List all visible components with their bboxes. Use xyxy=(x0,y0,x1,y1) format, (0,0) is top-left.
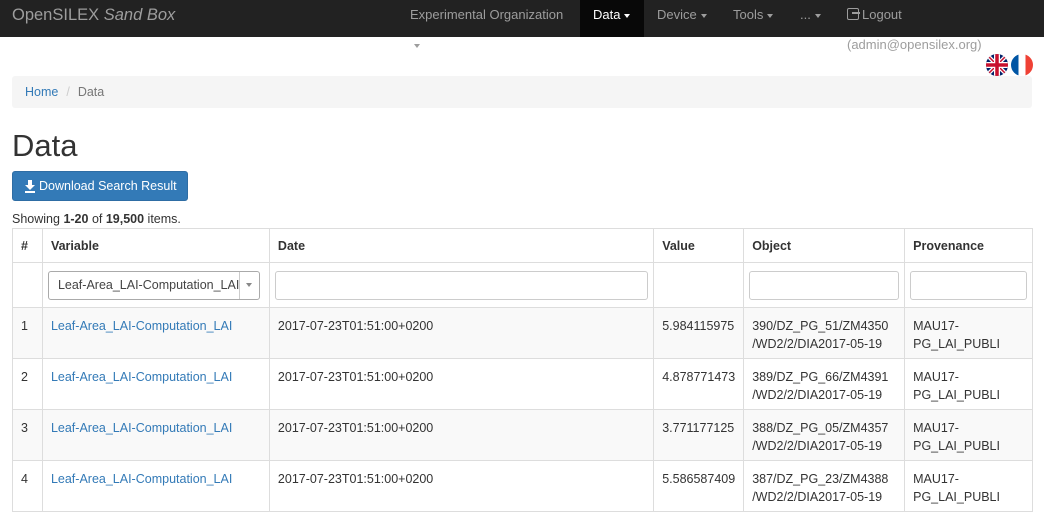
header-object[interactable]: Object xyxy=(743,228,906,263)
nav-experimental-organization[interactable]: Experimental Organization xyxy=(398,0,568,48)
nav-label: Experimental Organization xyxy=(410,7,564,22)
download-button-label: Download Search Result xyxy=(39,179,177,193)
filter-cell-date xyxy=(268,262,655,308)
filter-cell-value xyxy=(653,262,745,308)
header-value[interactable]: Value xyxy=(653,228,745,263)
caret-down-icon xyxy=(414,43,420,48)
nav-label: Device xyxy=(657,7,697,22)
header-provenance[interactable]: Provenance xyxy=(904,228,1033,263)
filter-cell-object xyxy=(743,262,906,308)
object-cell: 390/DZ_PG_51/ZM4350/WD2/2/DIA2017-05-19 xyxy=(743,307,906,359)
nav-more[interactable]: ... xyxy=(800,0,826,37)
uk-flag-icon[interactable] xyxy=(986,54,1008,76)
nav-label: Tools xyxy=(733,7,764,22)
page-title: Data xyxy=(12,128,78,163)
object-cell: 388/DZ_PG_05/ZM4357/WD2/2/DIA2017-05-19 xyxy=(743,409,906,461)
nav-label: Data xyxy=(593,7,621,22)
caret-down-icon xyxy=(624,13,631,18)
header-number[interactable]: # xyxy=(12,228,43,263)
variable-link[interactable]: Leaf-Area_LAI-Computation_LAI xyxy=(51,370,232,384)
table-row: 4 Leaf-Area_LAI-Computation_LAI 2017-07-… xyxy=(12,460,1033,512)
top-navbar: OpenSILEX Sand Box Experimental Organiza… xyxy=(0,0,1044,52)
object-cell: 389/DZ_PG_66/ZM4391/WD2/2/DIA2017-05-19 xyxy=(743,358,906,410)
row-number: 2 xyxy=(12,358,43,410)
date-cell: 2017-07-23T01:51:00+0200 xyxy=(268,460,655,512)
logout-label: Logout (admin@opensilex.org) xyxy=(847,7,982,52)
results-summary: Showing 1-20 of 19,500 items. xyxy=(12,212,181,226)
brand-logo[interactable]: OpenSILEX Sand Box xyxy=(12,6,175,25)
provenance-cell: MAU17- PG_LAI_PUBLI xyxy=(904,358,1033,410)
object-cell: 387/DZ_PG_23/ZM4388/WD2/2/DIA2017-05-19 xyxy=(743,460,906,512)
caret-down-icon xyxy=(767,13,774,18)
variable-cell: Leaf-Area_LAI-Computation_LAI xyxy=(41,460,270,512)
provenance-filter-input[interactable] xyxy=(910,270,1027,300)
dropdown-arrow-icon xyxy=(238,271,259,299)
variable-filter-value: Leaf-Area_LAI-Computation_LAI xyxy=(57,277,240,292)
logout-link[interactable]: Logout (admin@opensilex.org) xyxy=(847,0,1037,52)
breadcrumb: Home / Data xyxy=(12,76,1032,108)
variable-cell: Leaf-Area_LAI-Computation_LAI xyxy=(41,409,270,461)
variable-link[interactable]: Leaf-Area_LAI-Computation_LAI xyxy=(51,421,232,435)
nav-label: ... xyxy=(800,7,811,22)
logout-icon xyxy=(847,8,860,20)
provenance-cell: MAU17- PG_LAI_PUBLI xyxy=(904,307,1033,359)
row-number: 1 xyxy=(12,307,43,359)
header-date[interactable]: Date xyxy=(268,228,655,263)
object-filter-input[interactable] xyxy=(749,270,900,300)
data-table: # Variable Date Value Object Provenance … xyxy=(12,228,1033,512)
variable-cell: Leaf-Area_LAI-Computation_LAI xyxy=(41,358,270,410)
header-variable[interactable]: Variable xyxy=(41,228,270,263)
brand-main: OpenSILEX xyxy=(12,6,100,24)
breadcrumb-current: Data xyxy=(77,85,105,99)
date-cell: 2017-07-23T01:51:00+0200 xyxy=(268,409,655,461)
variable-filter-select[interactable]: Leaf-Area_LAI-Computation_LAI xyxy=(47,270,260,300)
caret-down-icon xyxy=(814,13,821,18)
row-number: 4 xyxy=(12,460,43,512)
variable-link[interactable]: Leaf-Area_LAI-Computation_LAI xyxy=(51,472,232,486)
value-cell: 5.586587409 xyxy=(653,460,745,512)
table-row: 2 Leaf-Area_LAI-Computation_LAI 2017-07-… xyxy=(12,358,1033,410)
date-filter-input[interactable] xyxy=(274,270,649,300)
value-cell: 4.878771473 xyxy=(653,358,745,410)
table-row: 3 Leaf-Area_LAI-Computation_LAI 2017-07-… xyxy=(12,409,1033,461)
value-cell: 3.771177125 xyxy=(653,409,745,461)
table-row: 1 Leaf-Area_LAI-Computation_LAI 2017-07-… xyxy=(12,307,1033,359)
caret-down-icon xyxy=(700,13,707,18)
variable-link[interactable]: Leaf-Area_LAI-Computation_LAI xyxy=(51,319,232,333)
france-flag-icon[interactable] xyxy=(1011,54,1033,76)
date-cell: 2017-07-23T01:51:00+0200 xyxy=(268,307,655,359)
download-search-result-button[interactable]: Download Search Result xyxy=(12,171,188,201)
nav-device[interactable]: Device xyxy=(657,0,712,37)
nav-data[interactable]: Data xyxy=(580,0,644,37)
variable-cell: Leaf-Area_LAI-Computation_LAI xyxy=(41,307,270,359)
filter-cell-variable: Leaf-Area_LAI-Computation_LAI xyxy=(41,262,270,308)
provenance-cell: MAU17- PG_LAI_PUBLI xyxy=(904,409,1033,461)
filter-cell-provenance xyxy=(904,262,1033,308)
breadcrumb-home[interactable]: Home xyxy=(25,85,58,99)
filter-cell-empty xyxy=(12,262,43,308)
download-icon xyxy=(25,180,35,193)
row-number: 3 xyxy=(12,409,43,461)
breadcrumb-separator: / xyxy=(66,85,70,99)
provenance-cell: MAU17- PG_LAI_PUBLI xyxy=(904,460,1033,512)
nav-tools[interactable]: Tools xyxy=(733,0,781,37)
brand-sub: Sand Box xyxy=(103,6,176,24)
value-cell: 5.984115975 xyxy=(653,307,745,359)
date-cell: 2017-07-23T01:51:00+0200 xyxy=(268,358,655,410)
